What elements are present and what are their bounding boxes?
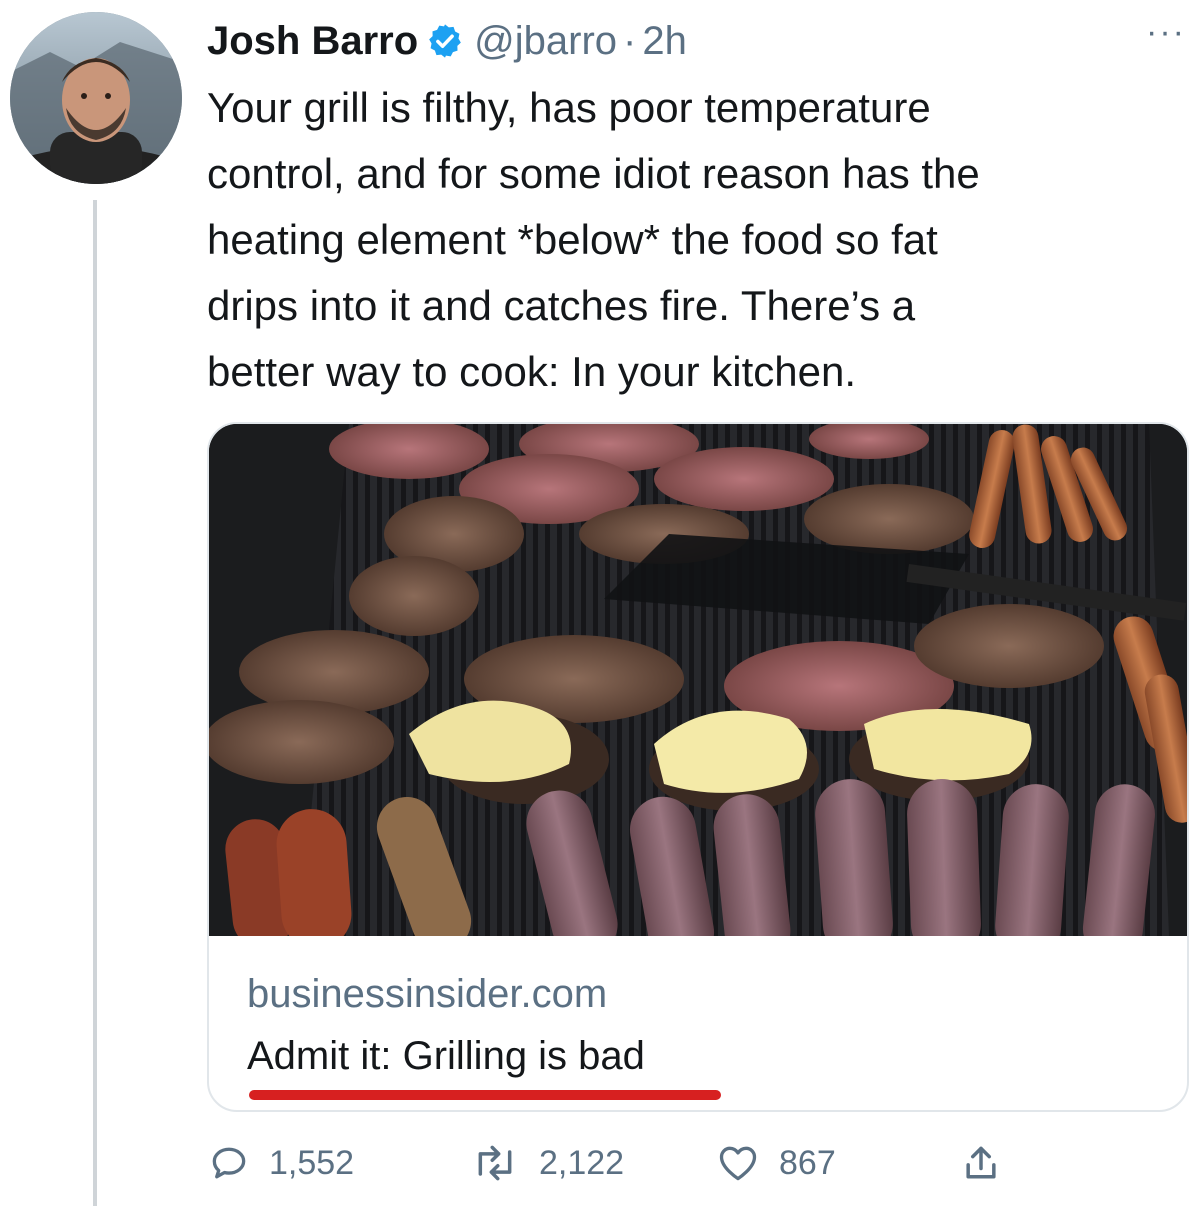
- card-title: Admit it: Grilling is bad: [247, 1034, 645, 1078]
- reply-button[interactable]: 1,552: [207, 1138, 354, 1188]
- heart-icon: [719, 1146, 757, 1181]
- share-icon: [966, 1146, 996, 1179]
- more-options-icon[interactable]: ···: [1146, 15, 1186, 49]
- tweet-text: Your grill is filthy, has poor temperatu…: [207, 84, 980, 395]
- link-card[interactable]: businessinsider.com Admit it: Grilling i…: [207, 422, 1189, 1112]
- retweet-count: 2,122: [539, 1143, 625, 1182]
- share-button[interactable]: [959, 1138, 1021, 1188]
- like-button[interactable]: 867: [715, 1138, 836, 1188]
- separator-dot: ·: [623, 18, 637, 63]
- reply-count: 1,552: [269, 1143, 355, 1182]
- tweet[interactable]: Josh Barro @jbarro · 2h ··· Your grill i…: [0, 0, 1196, 1206]
- retweet-icon: [478, 1145, 512, 1181]
- tweet-timestamp[interactable]: 2h: [642, 19, 687, 64]
- retweet-button[interactable]: 2,122: [469, 1138, 624, 1188]
- card-domain: businessinsider.com: [247, 972, 608, 1016]
- thread-line: [93, 200, 97, 1206]
- tweet-header: Josh Barro @jbarro · 2h: [207, 12, 687, 70]
- avatar[interactable]: [10, 12, 182, 184]
- grill-photo[interactable]: [209, 424, 1187, 936]
- tweet-actions: 1,552 2,122 867: [207, 1138, 1107, 1188]
- verified-badge-icon: [426, 22, 464, 60]
- red-underline-annotation: [249, 1090, 721, 1100]
- author-handle[interactable]: @jbarro: [474, 19, 617, 64]
- reply-icon: [212, 1147, 246, 1179]
- like-count: 867: [779, 1143, 836, 1182]
- author-name[interactable]: Josh Barro: [207, 19, 418, 64]
